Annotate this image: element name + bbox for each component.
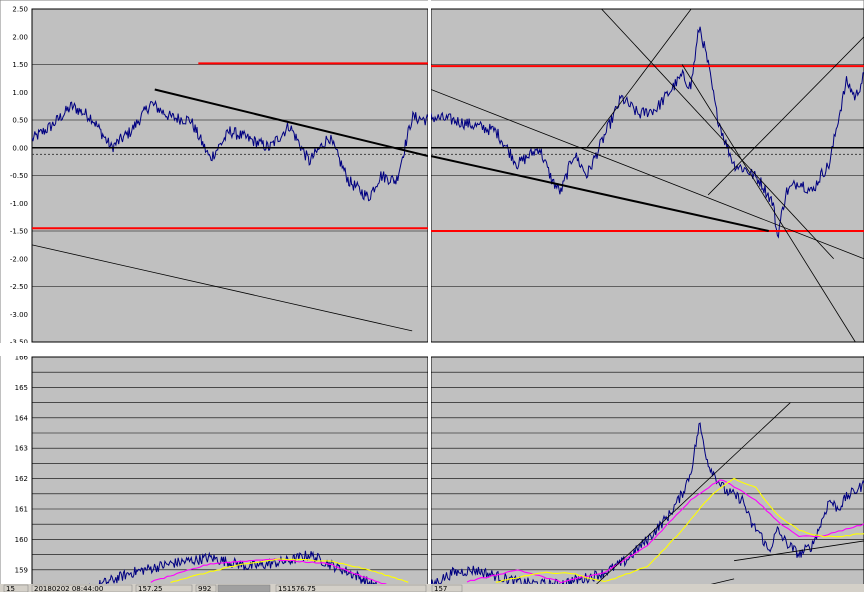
horizontal-separator [0, 343, 864, 356]
y-tick-label: 1.00 [12, 89, 28, 97]
panel-bottom-right [430, 356, 864, 586]
y-tick-label: 0.50 [12, 117, 28, 125]
y-tick-label: 162 [15, 475, 28, 483]
status-cell: 151576.75 [278, 585, 316, 592]
y-tick-label: 2.00 [12, 33, 28, 41]
status-cell: 992 [198, 585, 211, 592]
y-tick-label: 2.50 [12, 6, 28, 14]
status-cell: 20180202 08:44:00 [34, 585, 103, 592]
y-tick-label: 164 [15, 414, 29, 422]
status-cell: 157.25 [138, 585, 163, 592]
y-tick-label: -3.00 [10, 311, 28, 319]
vertical-separator [428, 0, 431, 592]
plot-area [31, 356, 429, 586]
y-tick-label: -2.50 [10, 283, 28, 291]
y-tick-label: -2.00 [10, 255, 28, 263]
y-tick-label: -0.50 [10, 172, 28, 180]
y-tick-label: 160 [15, 536, 28, 544]
y-tick-label: 161 [15, 506, 28, 514]
y-tick-label: 0.00 [12, 144, 28, 152]
panel-top-left: 2.50 2.00 1.50 1.00 0.50 0.00 -0.50 -1.00 -1.50 -… [10, 6, 429, 347]
panel-top-right [430, 8, 864, 343]
chart-canvas: 2.50 2.00 1.50 1.00 0.50 0.00 -0.50 -1.00 -1.50 -… [0, 0, 864, 593]
panel-bottom-left: 166165164163162161160159 [15, 354, 429, 586]
status-bar: 15 20180202 08:44:00 157.25 992 151576.75 157 [0, 584, 864, 593]
chart-window: 2.50 2.00 1.50 1.00 0.50 0.00 -0.50 -1.00 -1.50 -… [0, 0, 864, 593]
status-cell: 157 [434, 585, 447, 592]
status-cell: 15 [6, 585, 15, 592]
y-tick-label: -1.50 [10, 228, 28, 236]
y-tick-label: 165 [15, 384, 28, 392]
y-tick-label: 1.50 [12, 61, 28, 69]
y-tick-label: 163 [15, 445, 28, 453]
y-tick-label: 159 [15, 566, 28, 574]
y-tick-label: -1.00 [10, 200, 28, 208]
